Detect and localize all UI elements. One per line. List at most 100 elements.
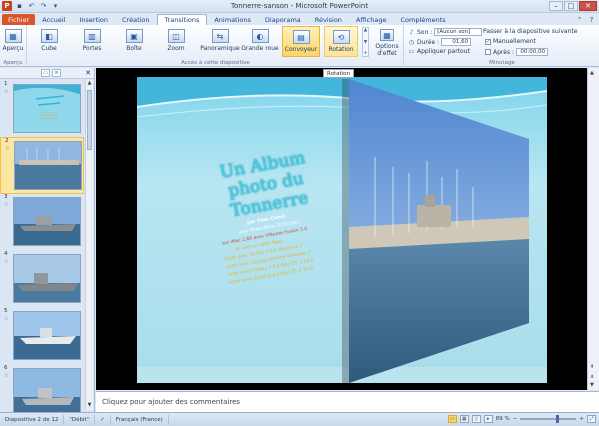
tab-affichage[interactable]: Affichage bbox=[349, 14, 394, 25]
gallery-up-icon[interactable]: ▲ bbox=[364, 28, 367, 33]
zoom-in-icon[interactable]: + bbox=[579, 416, 584, 422]
tab-complements[interactable]: Compléments bbox=[393, 14, 452, 25]
preview-group-caption: Aperçu bbox=[3, 60, 23, 66]
transition-label: Convoyeur bbox=[284, 46, 318, 53]
apply-all-label: Appliquer partout bbox=[417, 48, 470, 55]
slide-thumbnail-1[interactable]: 1 ☆ bbox=[0, 81, 84, 138]
reading-view-icon[interactable]: ▯ bbox=[471, 415, 481, 423]
normal-view-icon[interactable]: ▭ bbox=[447, 415, 457, 423]
help-icon[interactable]: ? bbox=[587, 15, 596, 24]
zoom-transition-icon: ◫ bbox=[167, 29, 185, 43]
on-click-option[interactable]: ✓ Manuellement bbox=[485, 38, 536, 45]
minimize-ribbon-icon[interactable]: ⌃ bbox=[575, 15, 584, 24]
tab-revision[interactable]: Révision bbox=[308, 14, 349, 25]
timing-group: ♪ Son : [Aucun son] ◷ Durée : 01,60 ▭ Ap… bbox=[405, 25, 599, 67]
previous-slide-icon[interactable]: ⇞ bbox=[590, 364, 594, 370]
scroll-down-icon[interactable]: ▼ bbox=[590, 382, 594, 388]
zoom-slider-knob[interactable] bbox=[556, 415, 560, 423]
transition-label: Grande roue bbox=[241, 45, 279, 52]
powerpoint-window: P ▪ ↶ ↷ ▾ Tonnerre-sanson - Microsoft Po… bbox=[0, 0, 599, 426]
effect-options-button[interactable]: ▦ Options d'effet bbox=[372, 26, 402, 57]
conveyor-transition-icon: ▤ bbox=[292, 30, 310, 44]
slide-thumbnail-5[interactable]: 5 ☆ bbox=[0, 308, 84, 365]
after-spinner[interactable]: 00:00,00 bbox=[516, 48, 548, 56]
transition-cube[interactable]: ◧ Cube bbox=[34, 26, 64, 57]
transition-label: Cube bbox=[41, 45, 57, 52]
duration-spinner[interactable]: 01,60 bbox=[441, 38, 472, 46]
transition-grande-roue[interactable]: ◐ Grande roue bbox=[241, 26, 279, 57]
transition-label: Portes bbox=[82, 45, 102, 52]
after-option: Après : 00:00,00 bbox=[485, 48, 548, 56]
slide-thumbnail-2[interactable]: 2 ☆ bbox=[0, 137, 84, 194]
on-click-checkbox[interactable]: ✓ bbox=[485, 38, 491, 45]
current-slide[interactable]: Un Album photo du Tonnerre par Yves Corn… bbox=[137, 77, 547, 383]
slideshow-icon[interactable]: ▸ bbox=[483, 415, 493, 423]
tab-transitions[interactable]: Transitions bbox=[156, 14, 208, 25]
tab-diaporama[interactable]: Diaporama bbox=[258, 14, 308, 25]
sound-icon: ♪ bbox=[409, 28, 414, 36]
tab-animations[interactable]: Animations bbox=[207, 14, 258, 25]
slide-number: 4 bbox=[4, 251, 8, 257]
transition-zoom[interactable]: ◫ Zoom bbox=[161, 26, 191, 57]
next-slide-icon[interactable]: ⇟ bbox=[590, 374, 594, 380]
maximize-button[interactable]: □ bbox=[564, 1, 578, 11]
transition-portes[interactable]: ▥ Portes bbox=[77, 26, 107, 57]
tab-creation[interactable]: Création bbox=[115, 14, 157, 25]
ship-photo-preview bbox=[14, 312, 80, 359]
outline-tab-icon[interactable]: ≡ bbox=[52, 69, 61, 77]
sound-dropdown[interactable]: [Aucun son] bbox=[434, 28, 483, 36]
pan-transition-icon: ⇆ bbox=[211, 29, 229, 43]
transition-convoyeur[interactable]: ▤ Convoyeur bbox=[282, 26, 320, 57]
doors-transition-icon: ▥ bbox=[83, 29, 101, 43]
scroll-down-icon[interactable]: ▼ bbox=[86, 402, 93, 410]
slides-panel-header: ▭ ≡ ✕ bbox=[0, 68, 94, 79]
fit-to-window-icon[interactable]: ⤢ bbox=[587, 415, 596, 423]
zoom-out-icon[interactable]: − bbox=[513, 416, 518, 422]
timing-group-caption: Minutage bbox=[489, 60, 515, 66]
scroll-up-icon[interactable]: ▲ bbox=[86, 80, 93, 88]
slides-panel-scrollbar[interactable]: ▲ ▼ bbox=[85, 80, 93, 410]
advance-title: Passer à la diapositive suivante bbox=[483, 28, 577, 35]
transition-boite[interactable]: ▣ Boîte bbox=[119, 26, 149, 57]
status-bar: Diapositive 2 de 12 "Débit" ✓ Français (… bbox=[0, 412, 599, 426]
transition-rotation[interactable]: ⟲ Rotation bbox=[324, 26, 358, 57]
spellcheck-icon[interactable]: ✓ bbox=[95, 414, 111, 425]
tab-insertion[interactable]: Insertion bbox=[72, 14, 115, 25]
effect-options-icon: ▦ bbox=[380, 29, 394, 41]
tab-accueil[interactable]: Accueil bbox=[35, 14, 72, 25]
after-value: 00:00,00 bbox=[520, 49, 545, 55]
zoom-level[interactable]: 89 % bbox=[496, 416, 510, 422]
slide-thumbnail-4[interactable]: 4 ☆ bbox=[0, 251, 84, 308]
scroll-up-icon[interactable]: ▲ bbox=[590, 70, 594, 76]
slide-area-scrollbar[interactable]: ▲ ⇞ ⇟ ▼ bbox=[587, 68, 599, 390]
after-checkbox[interactable] bbox=[485, 49, 491, 55]
preview-button[interactable]: ▦ Aperçu bbox=[0, 26, 26, 57]
gallery-down-icon[interactable]: ▼ bbox=[364, 40, 367, 45]
view-and-zoom-controls: ▭ ▦ ▯ ▸ 89 % − + ⤢ bbox=[447, 415, 596, 423]
tab-fichier[interactable]: Fichier bbox=[2, 14, 36, 25]
title-slide-preview bbox=[14, 85, 80, 132]
notes-pane[interactable]: Cliquez pour ajouter des commentaires bbox=[96, 391, 599, 412]
rotation-tooltip: Rotation bbox=[323, 69, 355, 78]
slide-thumbnail-3[interactable]: 3 ☆ bbox=[0, 194, 84, 251]
thumbnail-image bbox=[13, 84, 81, 133]
language-indicator[interactable]: Français (France) bbox=[111, 414, 169, 425]
slides-tab-icon[interactable]: ▭ bbox=[41, 69, 50, 77]
scrollbar-thumb[interactable] bbox=[87, 90, 92, 150]
transition-label: Boîte bbox=[126, 45, 142, 52]
transition-gallery-group: ◧ Cube ▥ Portes ▣ Boîte ◫ Zoom ⇆ Panoram… bbox=[28, 25, 404, 67]
duration-label: Durée : bbox=[417, 38, 440, 46]
transition-panoramique[interactable]: ⇆ Panoramique bbox=[200, 26, 240, 57]
ribbon-right-controls: ⌃ ? bbox=[575, 15, 596, 24]
gallery-more-icon[interactable]: ▾ bbox=[364, 51, 366, 56]
thumbnail-image bbox=[14, 141, 82, 190]
close-panel-icon[interactable]: ✕ bbox=[85, 69, 91, 77]
ribbon-tabs: Fichier Accueil Insertion Création Trans… bbox=[0, 13, 599, 25]
apply-all-icon: ▭ bbox=[408, 48, 415, 55]
minimize-button[interactable]: – bbox=[549, 1, 563, 11]
close-button[interactable]: ✕ bbox=[579, 1, 597, 11]
gallery-scroll[interactable]: ▲ ▼ ▾ bbox=[362, 27, 369, 57]
slide-sorter-icon[interactable]: ▦ bbox=[459, 415, 469, 423]
apply-all-button[interactable]: ▭ Appliquer partout bbox=[408, 48, 470, 55]
zoom-slider[interactable] bbox=[520, 415, 577, 423]
